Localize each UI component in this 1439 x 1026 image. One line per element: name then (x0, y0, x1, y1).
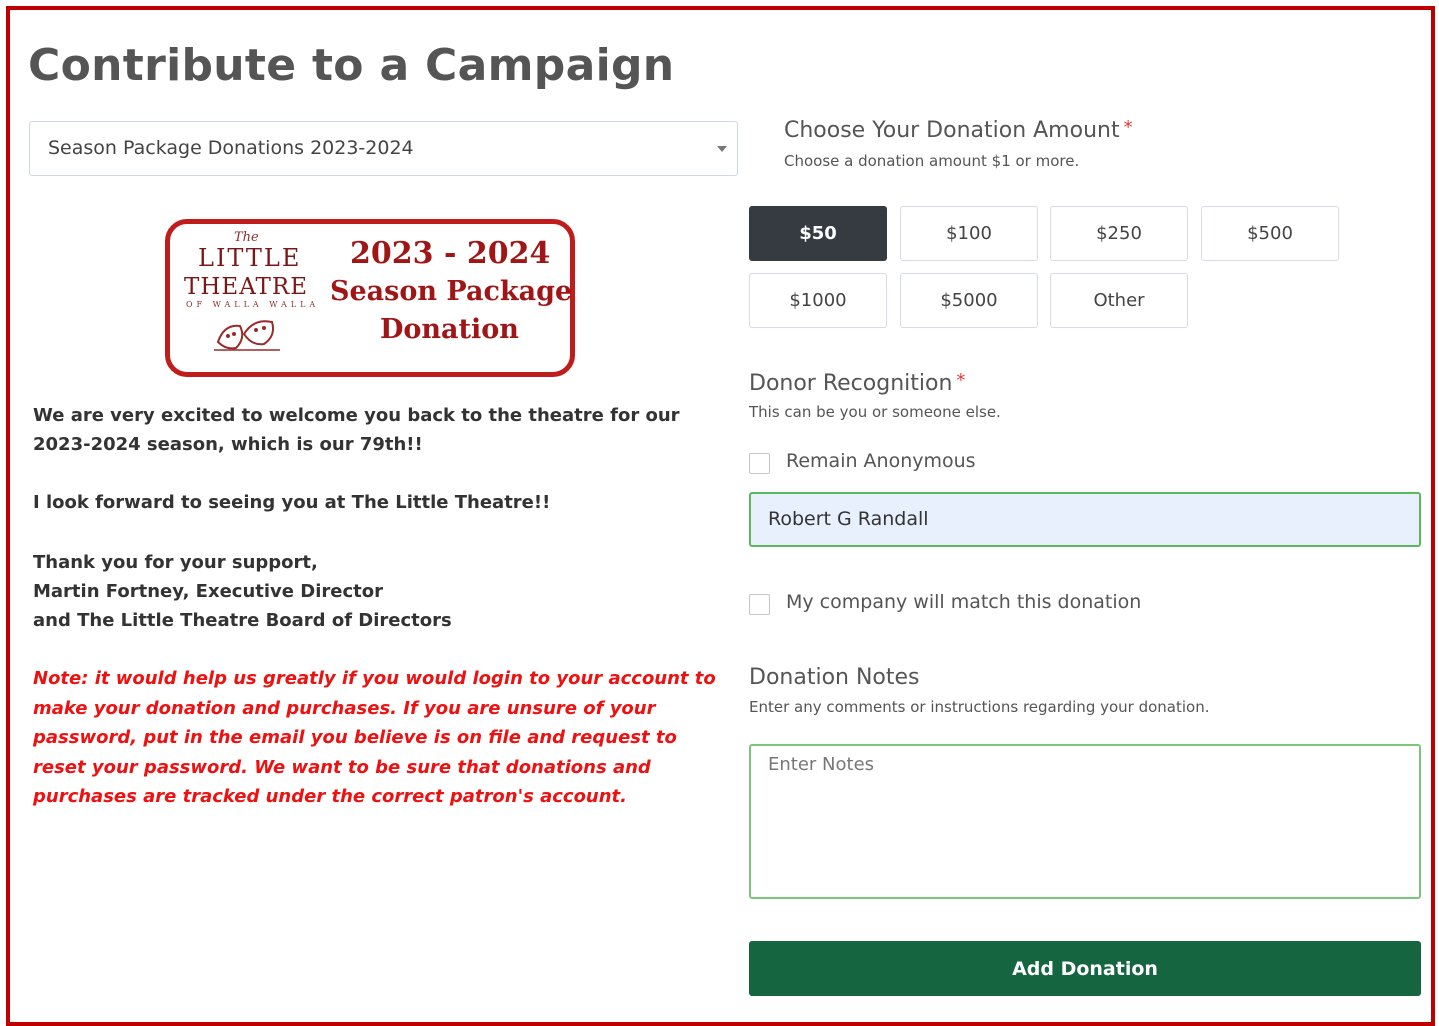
donor-name-input[interactable]: Robert G Randall (749, 492, 1421, 547)
amount-5000-button[interactable]: $5000 (900, 273, 1038, 328)
logo-city-text: OF WALLA WALLA (186, 300, 320, 309)
donor-name-value: Robert G Randall (768, 508, 929, 530)
amount-help-text: Choose a donation amount $1 or more. (784, 152, 1080, 170)
campaign-banner-image: The LITTLE THEATRE OF WALLA WALLA 2023 -… (165, 219, 575, 377)
campaign-select-value: Season Package Donations 2023-2024 (48, 137, 414, 159)
required-mark: * (1123, 117, 1133, 138)
amount-section-title: Choose Your Donation Amount * (784, 117, 1133, 143)
welcome-message: We are very excited to welcome you back … (33, 405, 680, 455)
signer-line: Martin Fortney, Executive Director (33, 581, 383, 602)
notes-textarea[interactable]: Enter Notes (749, 744, 1421, 899)
banner-season-package: Season Package (330, 276, 573, 307)
amount-500-button[interactable]: $500 (1201, 206, 1339, 261)
amount-other-button[interactable]: Other (1050, 273, 1188, 328)
logo-little-text: LITTLE (198, 244, 302, 272)
page-title: Contribute to a Campaign (28, 40, 675, 91)
login-note: Note: it would help us greatly if you wo… (33, 668, 716, 807)
logo-the-text: The (234, 230, 259, 245)
company-match-label[interactable]: My company will match this donation (786, 591, 1141, 613)
notes-placeholder: Enter Notes (768, 754, 875, 775)
recognition-section-title: Donor Recognition * (749, 370, 966, 396)
campaign-select[interactable]: Season Package Donations 2023-2024 (29, 121, 738, 176)
company-match-checkbox[interactable] (749, 594, 770, 615)
amount-title-text: Choose Your Donation Amount (784, 118, 1120, 143)
amount-100-button[interactable]: $100 (900, 206, 1038, 261)
amount-250-button[interactable]: $250 (1050, 206, 1188, 261)
add-donation-button[interactable]: Add Donation (749, 941, 1421, 996)
caret-down-icon (717, 146, 727, 152)
anonymous-label[interactable]: Remain Anonymous (786, 450, 976, 472)
recognition-help-text: This can be you or someone else. (749, 403, 1001, 421)
amount-1000-button[interactable]: $1000 (749, 273, 887, 328)
forward-message: I look forward to seeing you at The Litt… (33, 492, 551, 513)
banner-donation: Donation (380, 314, 519, 345)
required-mark: * (956, 370, 966, 391)
amount-50-button[interactable]: $50 (749, 206, 887, 261)
logo-theatre-text: THEATRE (184, 274, 308, 300)
signature-block: Thank you for your support, Martin Fortn… (33, 548, 452, 635)
banner-years: 2023 - 2024 (350, 236, 551, 271)
anonymous-checkbox[interactable] (749, 453, 770, 474)
thanks-line: Thank you for your support, (33, 552, 318, 573)
recognition-title-text: Donor Recognition (749, 371, 953, 396)
board-line: and The Little Theatre Board of Director… (33, 610, 452, 631)
notes-help-text: Enter any comments or instructions regar… (749, 698, 1210, 716)
notes-section-title: Donation Notes (749, 665, 920, 690)
theatre-masks-icon (214, 320, 280, 351)
